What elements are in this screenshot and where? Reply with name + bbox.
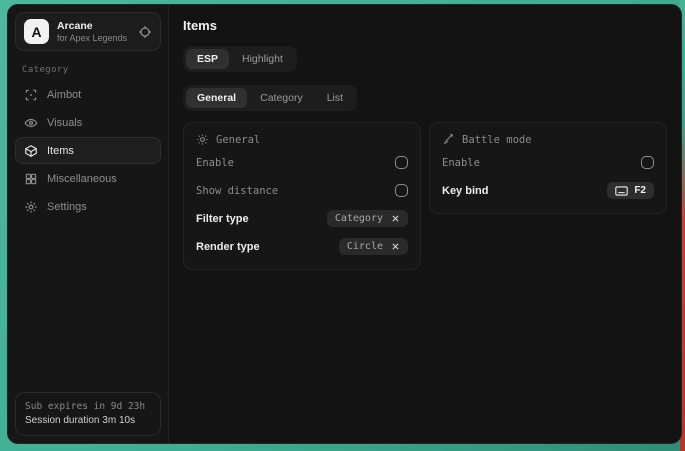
panel-title: Battle mode — [462, 134, 532, 146]
close-icon[interactable] — [391, 214, 400, 223]
setting-label: Show distance — [196, 185, 278, 197]
app-header-card: A Arcane for Apex Legends — [15, 12, 161, 51]
eye-icon — [24, 116, 38, 130]
main-content: Items ESP Highlight General Category Lis… — [169, 5, 681, 443]
sidebar-item-aimbot[interactable]: Aimbot — [15, 81, 161, 108]
filter-type-value: Category — [335, 213, 383, 224]
key-bind-value: F2 — [634, 185, 646, 196]
sidebar-item-label: Miscellaneous — [47, 173, 117, 185]
sidebar-item-settings[interactable]: Settings — [15, 193, 161, 220]
app-window: A Arcane for Apex Legends Category — [7, 4, 682, 444]
close-icon[interactable] — [391, 242, 400, 251]
sidebar-item-visuals[interactable]: Visuals — [15, 109, 161, 136]
setting-row-render-type: Render type Circle — [196, 234, 408, 259]
aimbot-crosshair-icon — [24, 88, 38, 102]
sidebar-item-label: Visuals — [47, 117, 82, 129]
sidebar-item-label: Items — [47, 145, 74, 157]
app-logo: A — [24, 19, 49, 44]
keyboard-icon — [615, 186, 628, 196]
grid-icon — [24, 172, 38, 186]
page-title: Items — [183, 18, 667, 33]
setting-row-filter-type: Filter type Category — [196, 206, 408, 231]
general-panel: General Enable Show distance Filter type… — [183, 122, 421, 270]
key-bind-button[interactable]: F2 — [607, 182, 654, 199]
sidebar-item-label: Settings — [47, 201, 87, 213]
setting-label: Enable — [442, 157, 480, 169]
setting-row-enable: Enable — [196, 150, 408, 175]
mode-tab-group: ESP Highlight — [183, 46, 297, 72]
tab-highlight[interactable]: Highlight — [231, 49, 294, 69]
sword-icon — [442, 133, 455, 146]
session-duration-text: Session duration 3m 10s — [25, 414, 151, 428]
enable-checkbox[interactable] — [395, 156, 408, 169]
sidebar-nav: Aimbot Visuals Items — [15, 81, 161, 220]
sidebar-item-miscellaneous[interactable]: Miscellaneous — [15, 165, 161, 192]
setting-label: Filter type — [196, 213, 249, 225]
tab-general[interactable]: General — [186, 88, 247, 108]
app-name: Arcane — [57, 20, 130, 33]
setting-label: Enable — [196, 157, 234, 169]
render-type-select[interactable]: Circle — [339, 238, 408, 255]
sidebar: A Arcane for Apex Legends Category — [8, 5, 169, 443]
setting-row-enable: Enable — [442, 150, 654, 175]
setting-label: Render type — [196, 241, 260, 253]
sub-expires-text: Sub expires in 9d 23h — [25, 400, 151, 414]
filter-type-select[interactable]: Category — [327, 210, 408, 227]
panel-title: General — [216, 134, 260, 146]
tab-esp[interactable]: ESP — [186, 49, 229, 69]
sun-icon — [196, 133, 209, 146]
setting-row-key-bind: Key bind F2 — [442, 178, 654, 203]
show-distance-checkbox[interactable] — [395, 184, 408, 197]
box-icon — [24, 144, 38, 158]
tab-list[interactable]: List — [316, 88, 354, 108]
app-subtitle: for Apex Legends — [57, 33, 130, 44]
sidebar-item-items[interactable]: Items — [15, 137, 161, 164]
render-type-value: Circle — [347, 241, 383, 252]
sidebar-section-label: Category — [22, 65, 161, 75]
tab-category[interactable]: Category — [249, 88, 314, 108]
battle-enable-checkbox[interactable] — [641, 156, 654, 169]
setting-row-show-distance: Show distance — [196, 178, 408, 203]
subscription-info-card: Sub expires in 9d 23h Session duration 3… — [15, 392, 161, 436]
setting-label: Key bind — [442, 185, 488, 197]
battle-mode-panel: Battle mode Enable Key bind — [429, 122, 667, 214]
view-tab-group: General Category List — [183, 85, 357, 111]
gear-icon — [24, 200, 38, 214]
sidebar-item-label: Aimbot — [47, 89, 81, 101]
crosshair-icon[interactable] — [138, 25, 152, 39]
